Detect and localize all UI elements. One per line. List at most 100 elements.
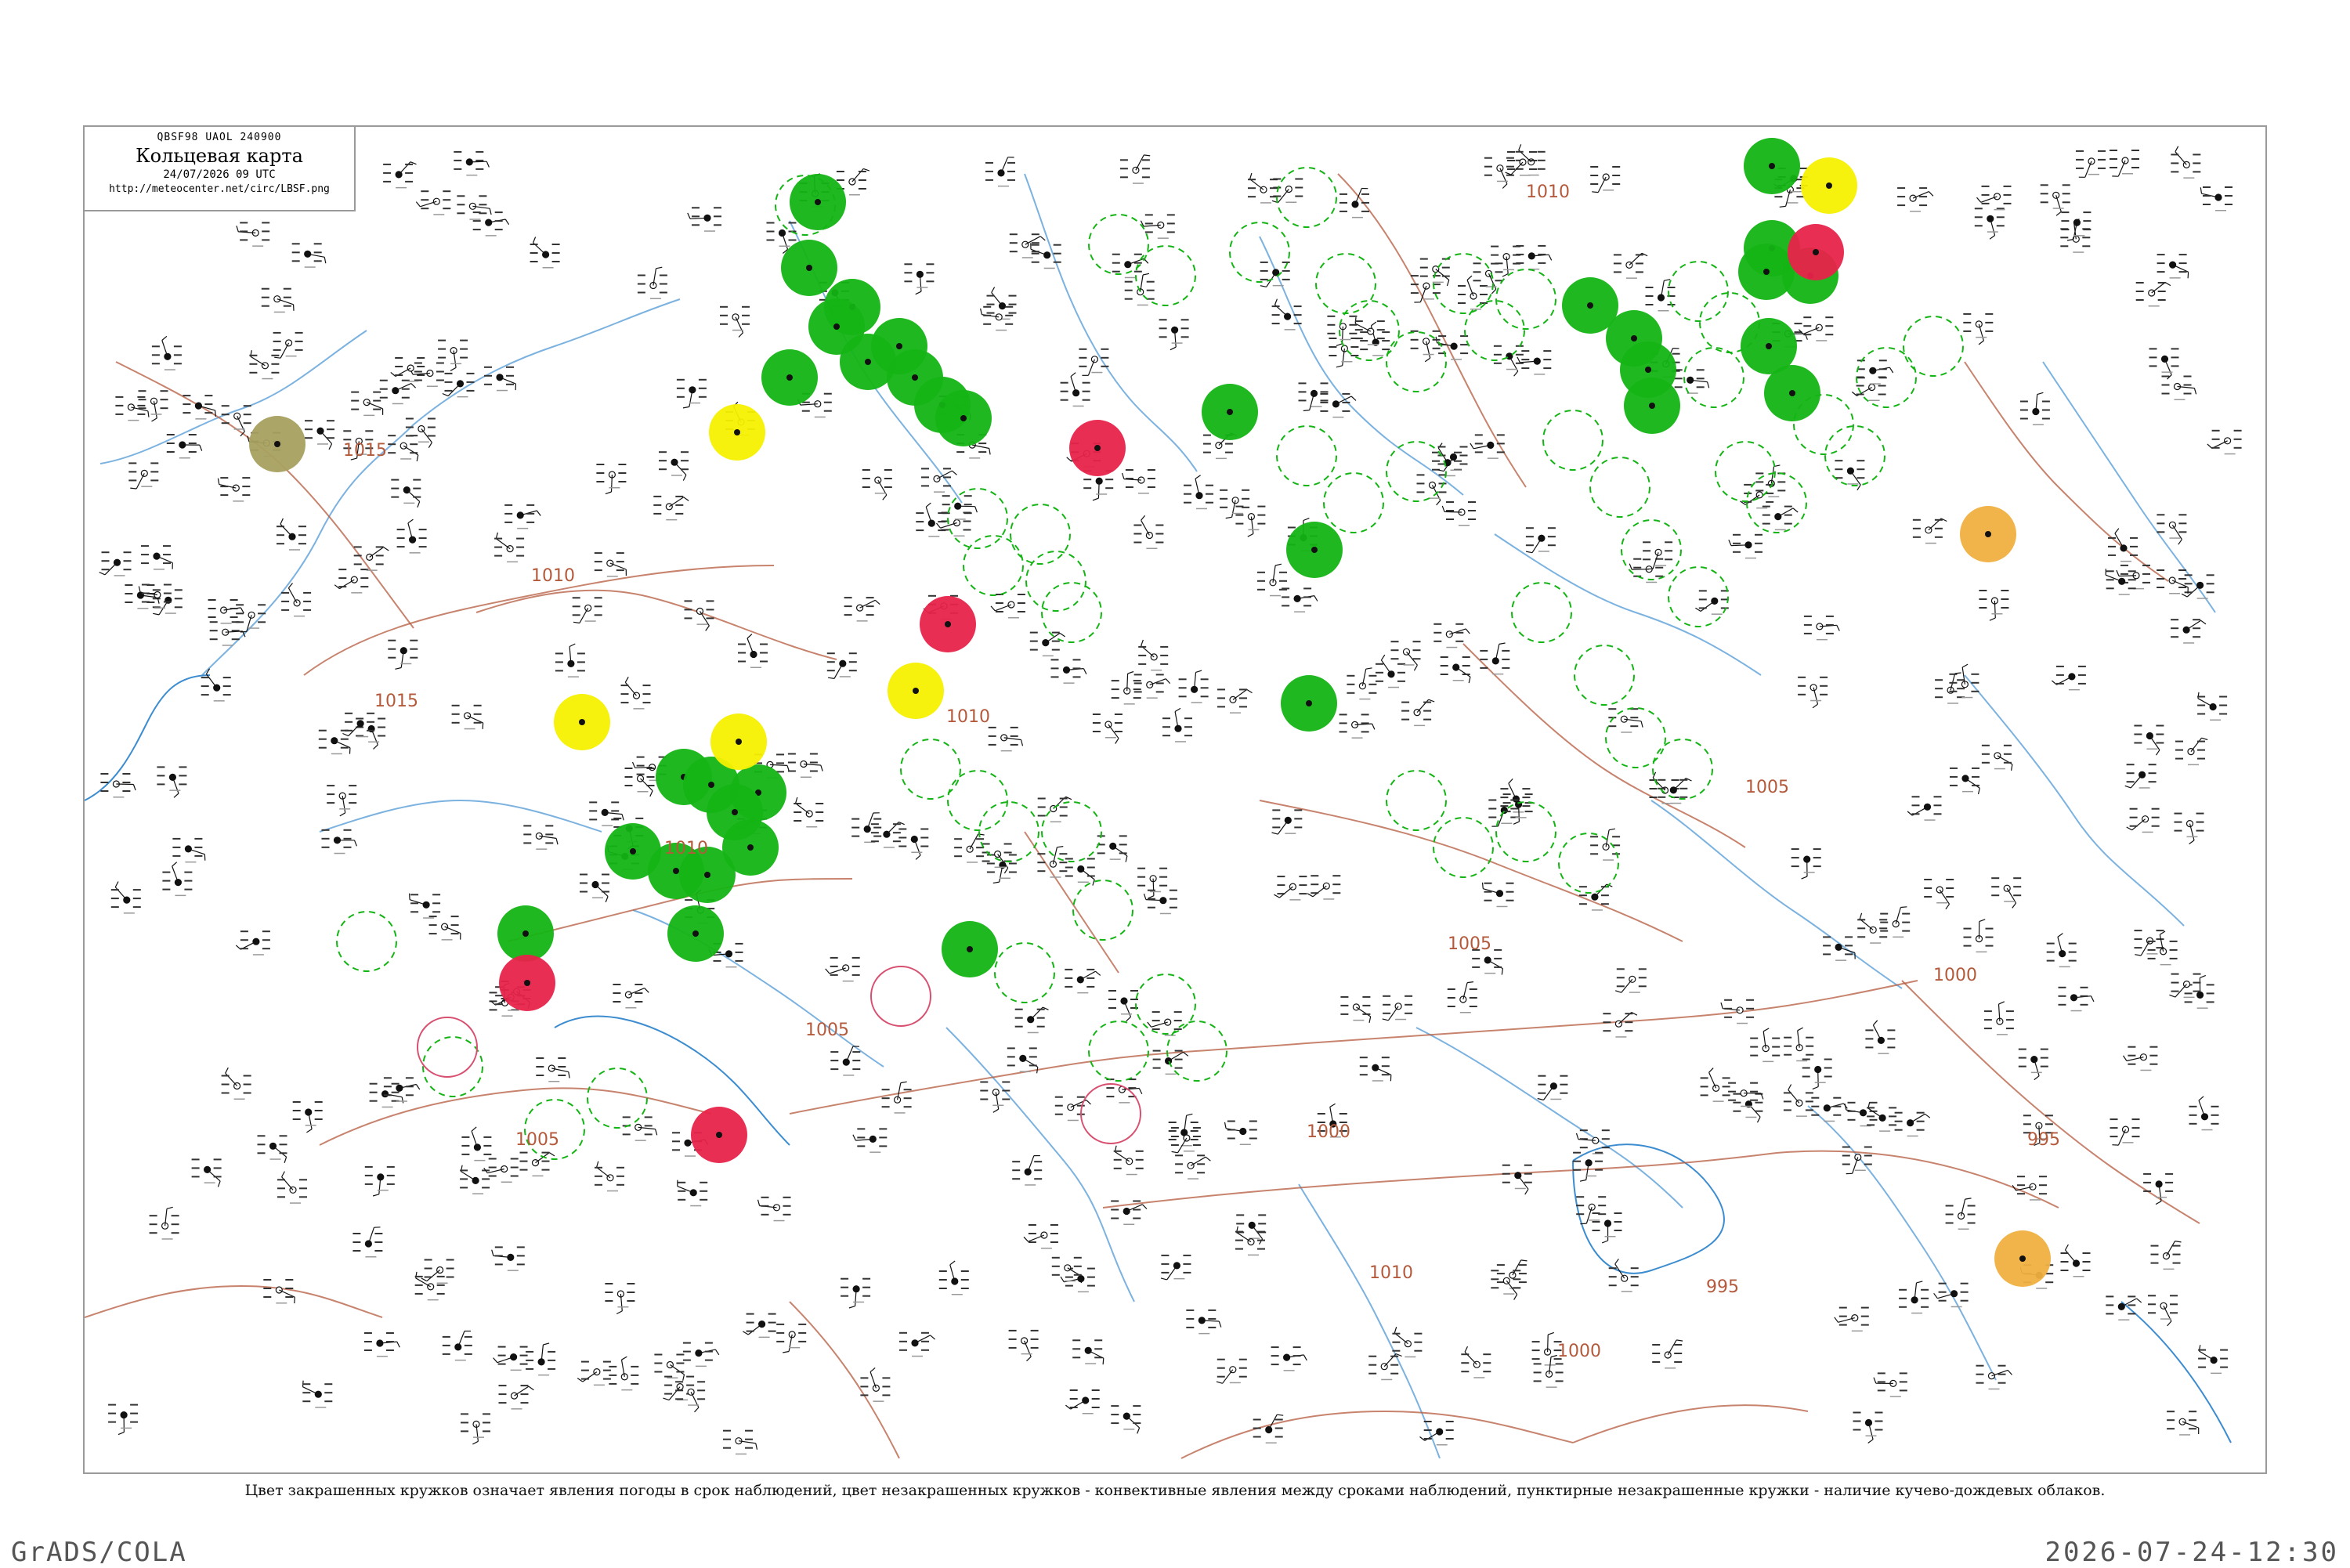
station-value-mark xyxy=(1513,1278,1520,1280)
station-value-mark xyxy=(1161,1263,1169,1265)
station-value-mark xyxy=(964,529,971,531)
cumulonimbus-dashed-circle xyxy=(901,739,960,799)
station-value-mark xyxy=(1543,367,1551,369)
station-value-mark xyxy=(1543,350,1551,352)
station-value-mark xyxy=(1879,359,1887,361)
station-value-mark xyxy=(862,478,870,479)
station-value-mark xyxy=(1181,336,1189,338)
station-value-mark xyxy=(1784,1037,1791,1039)
station-value-mark xyxy=(1494,958,1502,959)
river xyxy=(1495,534,1761,675)
station-value-mark xyxy=(1061,391,1068,392)
station-value-mark xyxy=(1009,1339,1017,1340)
station-value-mark xyxy=(376,555,384,556)
station-plot xyxy=(526,1343,555,1376)
station-value-mark xyxy=(2149,772,2157,774)
station-value-mark xyxy=(1900,1372,1907,1374)
station-value-mark xyxy=(405,181,413,182)
station-value-mark xyxy=(681,460,689,461)
wind-feather-icon xyxy=(152,418,157,421)
station-value-mark xyxy=(745,1447,753,1449)
station-plot xyxy=(1134,674,1170,699)
station-value-mark xyxy=(495,211,503,213)
station-value-mark xyxy=(1646,287,1654,288)
wind-barb-icon xyxy=(926,507,931,523)
station-value-mark xyxy=(1824,1076,1832,1078)
station-value-mark xyxy=(378,718,385,720)
station-value-mark xyxy=(388,435,396,436)
station-value-mark xyxy=(494,555,502,557)
station-value-mark xyxy=(1488,817,1496,818)
station-index-mark xyxy=(617,1306,628,1308)
station-value-mark xyxy=(1018,594,1025,595)
station-value-mark xyxy=(1010,251,1018,252)
station-value-mark xyxy=(194,838,202,840)
station-value-mark xyxy=(523,842,531,844)
station-value-mark xyxy=(1806,1109,1813,1111)
station-value-mark xyxy=(1361,211,1369,212)
station-value-mark xyxy=(457,195,465,197)
station-plot xyxy=(384,1077,420,1102)
station-index-mark xyxy=(1381,1379,1392,1381)
station-value-mark xyxy=(1072,1348,1080,1349)
station-index-mark xyxy=(2088,174,2099,175)
wind-feather-icon xyxy=(494,1358,497,1363)
wind-feather-icon xyxy=(1128,672,1134,674)
station-value-mark xyxy=(2045,1281,2053,1283)
station-value-mark xyxy=(1976,1365,1984,1367)
map-url-link[interactable]: http://meteocenter.net/circ/LBSF.png xyxy=(85,183,354,195)
station-value-mark xyxy=(437,1293,445,1295)
station-value-mark xyxy=(1811,1115,1819,1116)
wind-feather-icon xyxy=(606,897,608,902)
station-value-mark xyxy=(589,810,597,811)
station-value-mark xyxy=(1083,487,1091,489)
station-value-mark xyxy=(1774,196,1782,197)
station-value-mark xyxy=(1525,811,1533,812)
station-value-mark xyxy=(943,476,951,478)
station-value-mark xyxy=(1376,663,1383,665)
station-plot xyxy=(1274,876,1307,901)
station-value-mark xyxy=(920,829,928,830)
station-value-mark xyxy=(262,297,269,298)
station-value-mark xyxy=(1665,541,1672,543)
station-value-mark xyxy=(1804,624,1812,626)
wind-feather-icon xyxy=(1429,699,1435,702)
station-value-mark xyxy=(1060,815,1068,817)
station-index-mark xyxy=(685,1155,696,1157)
wind-barb-icon xyxy=(157,556,172,563)
station-value-mark xyxy=(1823,945,1831,946)
station-plot xyxy=(1079,349,1108,376)
wind-barb-icon xyxy=(914,840,920,856)
station-value-mark xyxy=(1521,350,1529,352)
station-value-mark xyxy=(1279,580,1287,582)
station-value-mark xyxy=(961,1279,969,1281)
station-index-mark xyxy=(1847,483,1858,485)
station-index-mark xyxy=(585,620,596,622)
wind-feather-icon xyxy=(1139,1089,1142,1094)
station-value-mark xyxy=(1248,196,1256,197)
wind-feather-icon xyxy=(408,519,414,523)
station-index-mark xyxy=(1741,1106,1752,1107)
wind-feather-icon xyxy=(218,479,219,485)
station-value-mark xyxy=(1360,1057,1368,1058)
station-plot xyxy=(1225,1121,1257,1146)
station-value-mark xyxy=(1878,385,1886,387)
station-value-mark xyxy=(1984,1028,1992,1029)
station-value-mark xyxy=(1524,1173,1532,1175)
station-value-mark xyxy=(1111,1209,1119,1211)
station-value-mark xyxy=(345,713,352,714)
station-plot xyxy=(1272,809,1303,834)
station-value-mark xyxy=(1299,391,1307,392)
wind-barb-icon xyxy=(748,1324,761,1335)
station-cloud-cover-icon xyxy=(2004,885,2010,891)
wind-feather-icon xyxy=(355,840,357,847)
station-value-mark xyxy=(714,215,721,217)
wind-feather-icon xyxy=(597,1162,598,1168)
station-index-mark xyxy=(1646,582,1657,583)
station-value-mark xyxy=(1257,572,1265,573)
station-value-mark xyxy=(1257,1240,1265,1241)
station-value-mark xyxy=(613,1001,620,1003)
station-plot xyxy=(262,288,294,313)
station-value-mark xyxy=(327,793,334,795)
station-value-mark xyxy=(2171,982,2179,984)
